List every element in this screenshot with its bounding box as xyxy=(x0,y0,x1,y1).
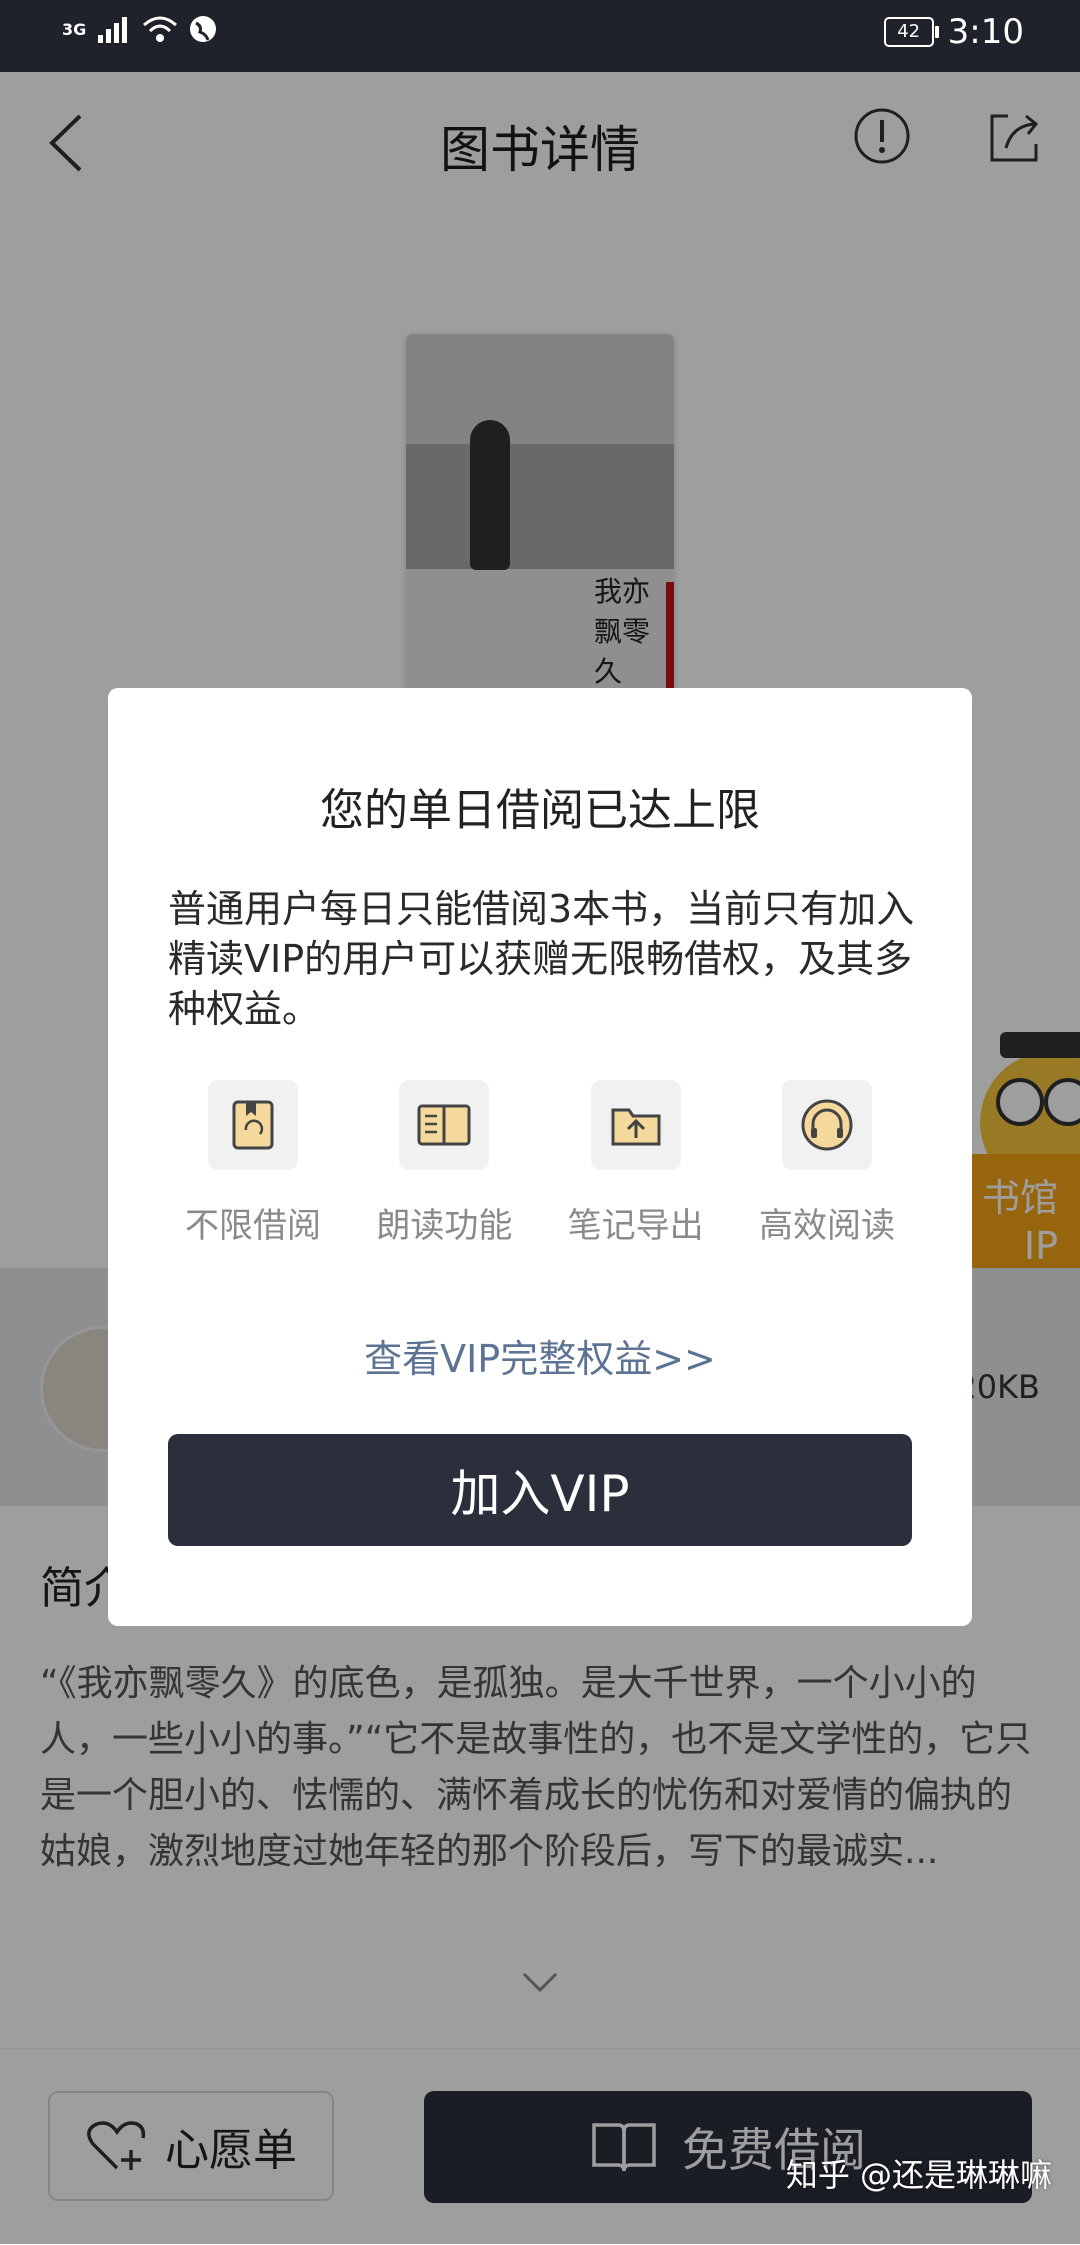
status-left: 3G xyxy=(62,14,218,44)
benefit-read-aloud: 朗读功能 xyxy=(359,1080,529,1247)
wifi-icon xyxy=(143,16,178,42)
signal-icon xyxy=(98,17,128,43)
book-refresh-icon xyxy=(208,1080,298,1170)
folder-export-icon xyxy=(590,1080,681,1170)
benefit-label: 笔记导出 xyxy=(567,1206,704,1246)
status-right: 42 3:10 xyxy=(883,12,1024,52)
benefit-label: 高效阅读 xyxy=(758,1206,895,1246)
watermark: 知乎 @还是琳琳嘛 xyxy=(785,2156,1052,2194)
status-bar: 3G 42 3:10 xyxy=(0,0,1080,72)
headphones-icon xyxy=(781,1080,872,1170)
benefit-label: 朗读功能 xyxy=(376,1206,513,1246)
join-vip-button[interactable]: 加入VIP xyxy=(168,1434,912,1546)
network-type: 3G xyxy=(62,19,87,39)
clock: 3:10 xyxy=(947,12,1024,52)
battery-icon: 42 xyxy=(883,17,939,47)
open-book-icon xyxy=(399,1080,490,1170)
dialog-message: 普通用户每日只能借阅3本书，当前只有加入精读VIP的用户可以获赠无限畅借权，及其… xyxy=(168,887,915,1031)
dialog-title: 您的单日借阅已达上限 xyxy=(320,785,760,836)
benefit-note-export: 笔记导出 xyxy=(551,1080,721,1247)
benefit-efficient-reading: 高效阅读 xyxy=(742,1080,912,1247)
benefit-label: 不限借阅 xyxy=(185,1206,321,1246)
vip-benefits-link[interactable]: 查看VIP完整权益>> xyxy=(108,1328,972,1383)
borrow-limit-dialog: 您的单日借阅已达上限 普通用户每日只能借阅3本书，当前只有加入精读VIP的用户可… xyxy=(108,688,972,1626)
benefit-unlimited-borrow: 不限借阅 xyxy=(168,1080,338,1247)
benefit-list: 不限借阅 朗读功能 笔记导出 高效阅读 xyxy=(168,1080,912,1247)
globe-icon xyxy=(190,16,217,42)
